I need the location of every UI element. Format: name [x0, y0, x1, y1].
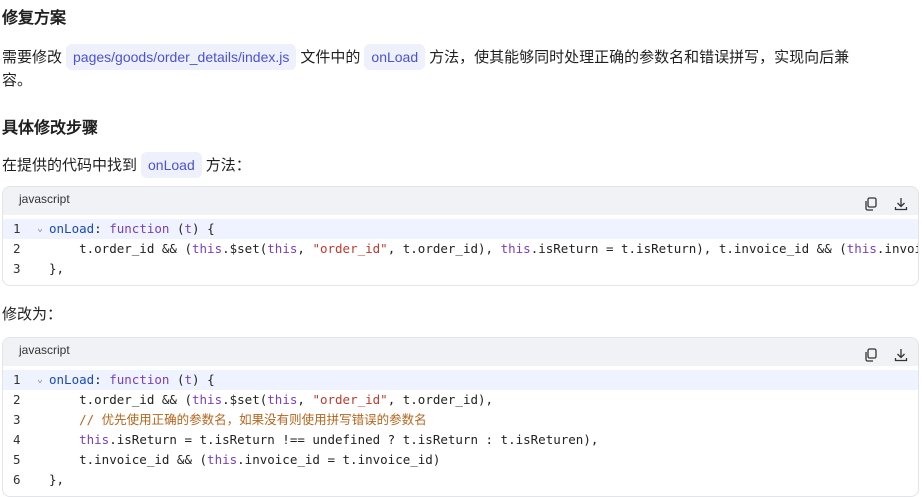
code-line: 3 // 优先使用正确的参数名，如果没有则使用拼写错误的参数名 — [3, 410, 918, 430]
code-line: 1 ⌄ onLoad: function (t) { — [3, 219, 918, 239]
file-path-chip: pages/goods/order_details/index.js — [66, 44, 297, 70]
para1-middle: 文件中的 — [300, 49, 361, 66]
para1-before: 需要修改 — [2, 49, 63, 66]
copy-icon[interactable] — [864, 197, 880, 213]
copy-icon[interactable] — [864, 348, 880, 364]
code-language-label: javascript — [19, 192, 70, 206]
method-chip: onLoad — [364, 44, 426, 70]
code-text: }, — [49, 261, 65, 276]
paragraph-find-method: 在提供的代码中找到 onLoad 方法： — [2, 152, 251, 178]
line-number: 3 — [13, 412, 21, 427]
code-line: 2 t.order_id && (this.$set(this, "order_… — [3, 239, 918, 259]
heading-fix-plan: 修复方案 — [2, 10, 67, 27]
para1-after: 方法，使其能够同时处理正确的参数名和错误拼写，实现向后兼 — [429, 49, 850, 66]
code-block-header: javascript — [3, 338, 918, 366]
line-number: 1 — [13, 372, 21, 387]
code-line: 4 this.isReturn = t.isReturn !== undefin… — [3, 430, 918, 450]
code-block-original: javascript 1 ⌄ onLoad: function (t) { 2 t.o… — [2, 186, 919, 286]
para1-after-line2: 容。 — [2, 72, 33, 89]
fold-chevron-icon[interactable]: ⌄ — [37, 219, 49, 239]
code-line: 6}, — [3, 470, 918, 490]
code-text: onLoad: function (t) { — [49, 372, 215, 387]
heading-steps: 具体修改步骤 — [2, 120, 99, 137]
code-text: this.isReturn = t.isReturn !== undefined… — [79, 432, 599, 447]
download-icon[interactable] — [894, 348, 910, 364]
line-number: 1 — [13, 221, 21, 236]
line-number: 6 — [13, 472, 21, 487]
line-number: 3 — [13, 261, 21, 276]
code-text: t.order_id && (this.$set(this, "order_id… — [49, 392, 494, 407]
paragraph-fix-description: 需要修改 pages/goods/order_details/index.js 文件… — [2, 44, 920, 92]
fold-chevron-icon[interactable]: ⌄ — [37, 370, 49, 390]
line-number: 4 — [13, 432, 21, 447]
code-body-original: 1 ⌄ onLoad: function (t) { 2 t.order_id && … — [3, 215, 918, 285]
code-line: 2 t.order_id && (this.$set(this, "order_… — [3, 390, 918, 410]
method-chip-2: onLoad — [141, 152, 202, 178]
para2-after: 方法： — [205, 157, 251, 174]
code-text: t.invoice_id && (this.invoice_id = t.inv… — [49, 452, 441, 467]
line-number: 2 — [13, 392, 21, 407]
para2-before: 在提供的代码中找到 — [2, 157, 138, 174]
code-body-modified: 1 ⌄ onLoad: function (t) { 2 t.order_id && … — [3, 366, 918, 496]
line-number: 5 — [13, 452, 21, 467]
code-line: 3}, — [3, 259, 918, 279]
line-number: 2 — [13, 241, 21, 256]
paragraph-change-to: 修改为： — [2, 306, 63, 323]
code-block-modified: javascript 1 ⌄ onLoad: function (t) { 2 t.o… — [2, 337, 919, 497]
code-text: }, — [49, 472, 65, 487]
code-text: onLoad: function (t) { — [49, 221, 215, 236]
code-language-label: javascript — [19, 343, 70, 357]
code-text: t.order_id && (this.$set(this, "order_id… — [49, 241, 918, 256]
code-line: 5 t.invoice_id && (this.invoice_id = t.i… — [3, 450, 918, 470]
code-line: 1 ⌄ onLoad: function (t) { — [3, 370, 918, 390]
code-block-header: javascript — [3, 187, 918, 215]
download-icon[interactable] — [894, 197, 910, 213]
code-text: // 优先使用正确的参数名，如果没有则使用拼写错误的参数名 — [49, 412, 427, 427]
